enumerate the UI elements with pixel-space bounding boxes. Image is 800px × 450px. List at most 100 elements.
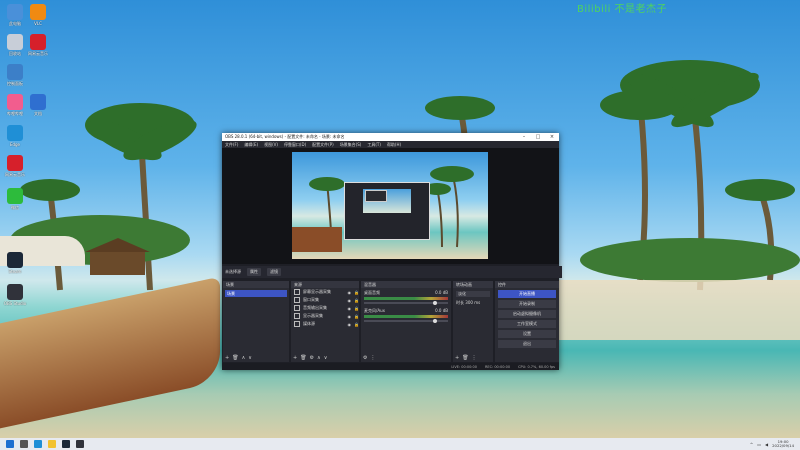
start-streaming-button[interactable]: 开始直播 [498,290,556,298]
document-icon [30,94,46,110]
desktop-icons: 此电脑 回收站 控制面板 哔哩哔哩 Edge 网易云音乐 微信 Steam OB… [0,0,56,438]
volume-slider-knob[interactable] [433,319,438,323]
obs-icon[interactable] [76,440,84,448]
mixer-dock: 混音器 桌面音频 0.0 dB 麦克风/Aux 0.0 dB ⚙ ⋮ [361,281,451,362]
desktop-icon[interactable]: VLC [25,4,51,26]
transition-select[interactable]: 淡化 [456,291,490,297]
lock-icon[interactable]: 🔒 [354,298,359,303]
properties-button[interactable]: 属性 [247,268,261,276]
maximize-icon[interactable]: □ [531,134,545,140]
studio-mode-button[interactable]: 工作室模式 [498,320,556,328]
add-transition-icon[interactable]: + [455,355,459,361]
taskbar: ^ ▭ ◀ 19:00 2022/09/14 [0,438,800,450]
scene-item[interactable]: 场景 [225,290,287,297]
remove-scene-icon[interactable]: 🗑 [232,355,238,361]
preview-canvas[interactable] [292,152,488,259]
duration-input[interactable]: 300 ms [465,300,480,305]
eye-icon[interactable]: ◉ [348,306,352,311]
controls-dock: 控件 开始直播 开始录制 启动虚拟摄像机 工作室模式 设置 退出 [495,281,559,362]
search-icon[interactable] [20,440,28,448]
desktop: Bilibili 不是老杰子 此电脑 回收站 控制面板 哔哩哔哩 Edge 网易… [0,0,800,438]
system-tray: ^ ▭ ◀ 19:00 2022/09/14 [750,438,794,450]
eye-icon[interactable]: ◉ [348,314,352,319]
source-item[interactable]: 显示器采集 ◉ 🔒 [291,312,359,320]
mixer-track: 桌面音频 0.0 dB [364,290,448,305]
volume-icon[interactable]: ◀ [765,442,768,447]
start-recording-button[interactable]: 开始录制 [498,300,556,308]
desktop-icon[interactable]: 网易云音乐 [25,34,51,56]
windows-start-icon[interactable] [6,440,14,448]
desktop-icon[interactable]: Edge [2,125,28,147]
source-item[interactable]: 音频输出采集 ◉ 🔒 [291,304,359,312]
volume-slider[interactable] [364,301,448,305]
more-options-icon[interactable]: ⋮ [370,355,375,361]
source-item[interactable]: 窗口采集 ◉ 🔒 [291,296,359,304]
remove-source-icon[interactable]: 🗑 [300,355,306,361]
source-item[interactable]: 媒体源 ◉ 🔒 [291,320,359,328]
steam-icon[interactable] [62,440,70,448]
volume-meter [364,297,448,300]
duration-label: 时长 [456,300,464,305]
move-down-icon[interactable]: ∨ [324,355,328,361]
move-up-icon[interactable]: ∧ [317,355,321,361]
source-settings-icon[interactable]: ⚙ [310,355,314,361]
move-up-icon[interactable]: ∧ [242,355,246,361]
chevron-up-icon[interactable]: ^ [750,442,753,447]
mixer-settings-icon[interactable]: ⚙ [363,355,367,361]
close-icon[interactable]: × [545,134,559,140]
clock[interactable]: 19:00 2022/09/14 [772,440,794,448]
menu-tools[interactable]: 工具(T) [367,142,381,148]
menu-edit[interactable]: 编辑(E) [244,142,258,148]
transitions-header: 转场动画 [453,281,493,288]
menu-scene-collection[interactable]: 场景集合(S) [340,142,362,148]
cpu-status: CPU: 0.7%, 60.00 fps [518,364,555,369]
source-item[interactable]: 屏幕显示器采集 ◉ 🔒 [291,288,359,296]
lock-icon[interactable]: 🔒 [354,322,359,327]
mixer-track: 麦克风/Aux 0.0 dB [364,308,448,323]
rec-status: REC: 00:00:00 [484,364,511,369]
menu-docks[interactable]: 停靠窗口(D) [284,142,306,148]
menu-file[interactable]: 文件(F) [225,142,238,148]
menu-help[interactable]: 帮助(H) [387,142,401,148]
eye-icon[interactable]: ◉ [348,298,352,303]
menu-profile[interactable]: 配置文件(P) [312,142,334,148]
exit-button[interactable]: 退出 [498,340,556,348]
window-title: OBS 28.0.1 (64-bit, windows) - 配置文件: 未命名… [225,134,345,139]
more-options-icon[interactable]: ⋮ [472,355,477,361]
vlc-icon [30,4,46,20]
desktop-icon[interactable]: 网易云音乐 [2,155,28,177]
desktop-icon[interactable]: 文档 [25,94,51,116]
lock-icon[interactable]: 🔒 [354,306,359,311]
lock-icon[interactable]: 🔒 [354,290,359,295]
remove-transition-icon[interactable]: 🗑 [462,355,468,361]
monitor-icon [294,289,300,295]
filters-button[interactable]: 滤镜 [267,268,281,276]
preview-area[interactable] [222,148,559,264]
eye-icon[interactable]: ◉ [348,322,352,327]
volume-slider[interactable] [364,319,448,323]
scenes-header: 场景 [223,281,289,288]
desktop-icon[interactable]: Steam [2,252,28,274]
obs-studio-icon [7,284,23,300]
lock-icon[interactable]: 🔒 [354,314,359,319]
add-scene-icon[interactable]: + [225,355,229,361]
volume-slider-knob[interactable] [433,301,438,305]
desktop-icon[interactable]: 控制面板 [2,64,28,86]
network-icon[interactable]: ▭ [757,442,761,447]
minimize-icon[interactable]: – [517,134,531,140]
eye-icon[interactable]: ◉ [348,290,352,295]
move-down-icon[interactable]: ∨ [248,355,252,361]
menu-view[interactable]: 视图(V) [264,142,278,148]
volume-meter [364,315,448,318]
window-icon [294,297,300,303]
start-virtual-camera-button[interactable]: 启动虚拟摄像机 [498,310,556,318]
beach-sand [520,280,800,340]
add-source-icon[interactable]: + [293,355,297,361]
desktop-icon[interactable]: 微信 [2,188,28,210]
obs-titlebar[interactable]: OBS 28.0.1 (64-bit, windows) - 配置文件: 未命名… [222,133,559,141]
file-explorer-icon[interactable] [48,440,56,448]
settings-button[interactable]: 设置 [498,330,556,338]
edge-icon[interactable] [34,440,42,448]
edge-icon [7,125,23,141]
desktop-icon[interactable]: OBS Studio [2,284,28,306]
